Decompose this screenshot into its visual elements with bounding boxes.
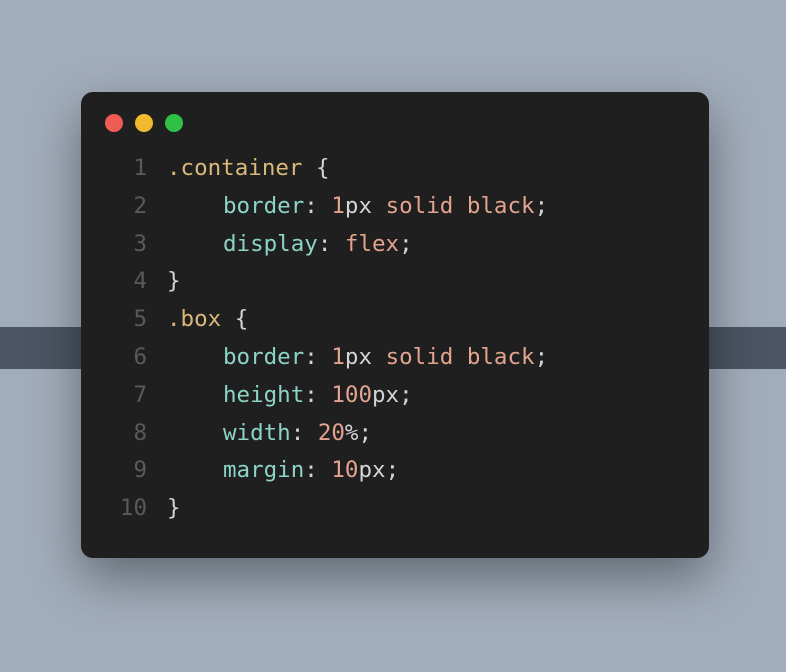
- code-editor-window: 1.container {2border: 1px solid black;3d…: [81, 92, 709, 558]
- token-punct: :: [304, 344, 331, 370]
- token-punct: :: [304, 382, 331, 408]
- token-punct: ;: [386, 457, 400, 483]
- token-plain: [453, 193, 467, 219]
- line-content: .container {: [167, 150, 330, 188]
- token-plain: [453, 344, 467, 370]
- line-content: }: [167, 490, 181, 528]
- token-punct: {: [316, 155, 330, 181]
- token-unit: px: [345, 344, 372, 370]
- code-line: 3 display: flex;: [105, 226, 685, 264]
- token-punct: ;: [358, 420, 372, 446]
- line-content: display: flex;: [167, 226, 413, 264]
- line-number: 10: [105, 490, 147, 528]
- token-unit: px: [372, 382, 399, 408]
- token-punct: {: [235, 306, 249, 332]
- token-punct: :: [304, 457, 331, 483]
- line-number: 8: [105, 415, 147, 453]
- close-icon[interactable]: [105, 114, 123, 132]
- token-punct: :: [318, 231, 345, 257]
- token-prop: display: [223, 231, 318, 257]
- line-number: 7: [105, 377, 147, 415]
- code-line: 7 height: 100px;: [105, 377, 685, 415]
- code-line: 9 margin: 10px;: [105, 452, 685, 490]
- token-punct: ;: [399, 382, 413, 408]
- token-num: 20: [318, 420, 345, 446]
- minimize-icon[interactable]: [135, 114, 153, 132]
- line-content: height: 100px;: [167, 377, 413, 415]
- code-line: 8 width: 20%;: [105, 415, 685, 453]
- code-line: 10}: [105, 490, 685, 528]
- line-content: border: 1px solid black;: [167, 339, 548, 377]
- token-num: 1: [331, 344, 345, 370]
- token-plain: [302, 155, 316, 181]
- token-prop: width: [223, 420, 291, 446]
- token-value: solid: [386, 193, 454, 219]
- token-punct: ;: [535, 344, 549, 370]
- token-punct: }: [167, 495, 181, 521]
- line-number: 3: [105, 226, 147, 264]
- token-value: black: [467, 193, 535, 219]
- line-number: 2: [105, 188, 147, 226]
- token-prop: border: [223, 193, 304, 219]
- token-plain: [372, 193, 386, 219]
- token-unit: %: [345, 420, 359, 446]
- window-titlebar: [81, 92, 709, 142]
- line-number: 4: [105, 263, 147, 301]
- token-num: 10: [331, 457, 358, 483]
- line-number: 5: [105, 301, 147, 339]
- code-line: 6 border: 1px solid black;: [105, 339, 685, 377]
- code-area[interactable]: 1.container {2border: 1px solid black;3d…: [81, 142, 709, 528]
- line-content: margin: 10px;: [167, 452, 399, 490]
- line-content: }: [167, 263, 181, 301]
- code-line: 5 .box {: [105, 301, 685, 339]
- token-plain: [221, 306, 235, 332]
- token-selector: .box: [167, 306, 221, 332]
- code-line: 1 .container {: [105, 150, 685, 188]
- token-plain: [372, 344, 386, 370]
- line-number: 6: [105, 339, 147, 377]
- code-line: 4}: [105, 263, 685, 301]
- token-num: 1: [331, 193, 345, 219]
- token-value: flex: [345, 231, 399, 257]
- token-value: solid: [386, 344, 454, 370]
- token-prop: border: [223, 344, 304, 370]
- token-punct: ;: [535, 193, 549, 219]
- maximize-icon[interactable]: [165, 114, 183, 132]
- token-unit: px: [358, 457, 385, 483]
- token-prop: margin: [223, 457, 304, 483]
- line-number: 9: [105, 452, 147, 490]
- token-unit: px: [345, 193, 372, 219]
- token-num: 100: [331, 382, 372, 408]
- code-line: 2 border: 1px solid black;: [105, 188, 685, 226]
- token-punct: }: [167, 268, 181, 294]
- token-prop: height: [223, 382, 304, 408]
- line-content: .box {: [167, 301, 248, 339]
- line-number: 1: [105, 150, 147, 188]
- token-punct: ;: [399, 231, 413, 257]
- line-content: width: 20%;: [167, 415, 372, 453]
- line-content: border: 1px solid black;: [167, 188, 548, 226]
- token-punct: :: [304, 193, 331, 219]
- token-value: black: [467, 344, 535, 370]
- token-selector: .container: [167, 155, 302, 181]
- token-punct: :: [291, 420, 318, 446]
